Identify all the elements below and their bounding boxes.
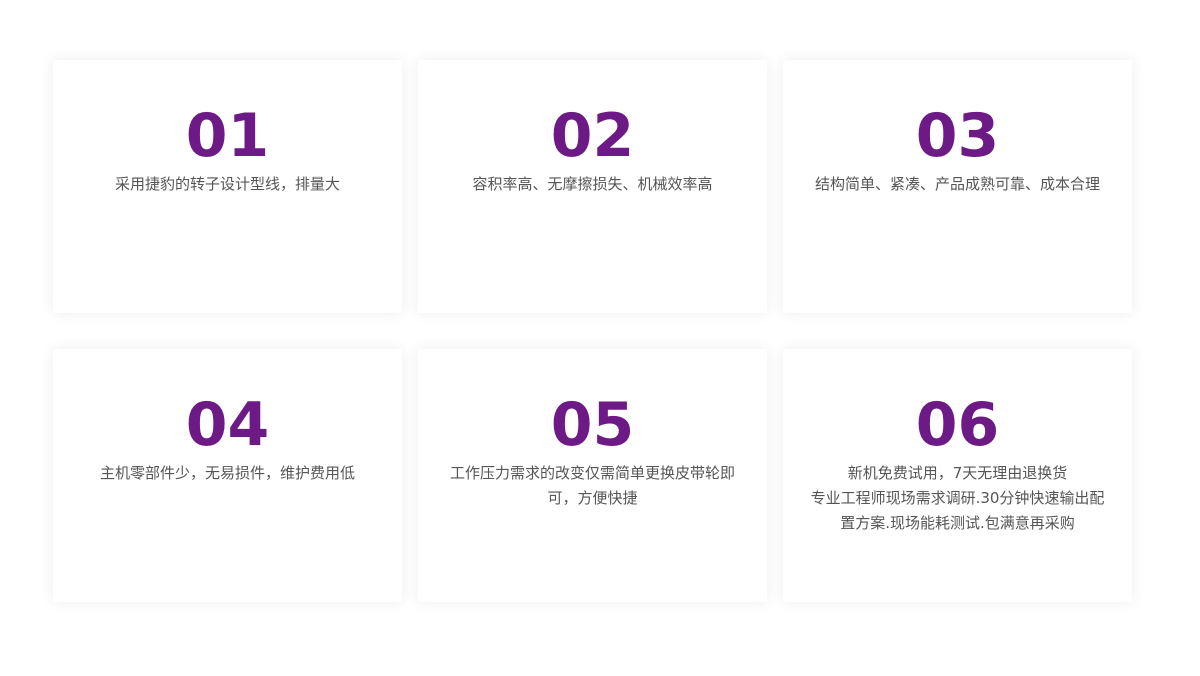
- feature-grid: 01 采用捷豹的转子设计型线，排量大 02 容积率高、无摩擦损失、机械效率高 0…: [53, 60, 1132, 602]
- feature-number: 06: [915, 390, 1000, 460]
- feature-card-06: 06 新机免费试用，7天无理由退换货 专业工程师现场需求调研.30分钟快速输出配…: [783, 349, 1132, 602]
- feature-number: 05: [550, 390, 635, 460]
- feature-description: 新机免费试用，7天无理由退换货 专业工程师现场需求调研.30分钟快速输出配置方案…: [810, 464, 1105, 532]
- feature-number: 04: [185, 390, 270, 460]
- feature-number: 02: [550, 101, 635, 171]
- feature-card-01: 01 采用捷豹的转子设计型线，排量大: [53, 60, 402, 313]
- feature-description: 容积率高、无摩擦损失、机械效率高: [472, 175, 713, 193]
- feature-number: 01: [185, 101, 270, 171]
- feature-number: 03: [915, 101, 1000, 171]
- feature-card-02: 02 容积率高、无摩擦损失、机械效率高: [418, 60, 767, 313]
- feature-card-05: 05 工作压力需求的改变仅需简单更换皮带轮即可，方便快捷: [418, 349, 767, 602]
- feature-card-03: 03 结构简单、紧凑、产品成熟可靠、成本合理: [783, 60, 1132, 313]
- feature-description: 工作压力需求的改变仅需简单更换皮带轮即可，方便快捷: [449, 464, 735, 507]
- feature-description: 采用捷豹的转子设计型线，排量大: [114, 175, 340, 193]
- feature-description: 结构简单、紧凑、产品成熟可靠、成本合理: [814, 175, 1100, 193]
- feature-card-04: 04 主机零部件少，无易损件，维护费用低: [53, 349, 402, 602]
- feature-description: 主机零部件少，无易损件，维护费用低: [99, 464, 355, 482]
